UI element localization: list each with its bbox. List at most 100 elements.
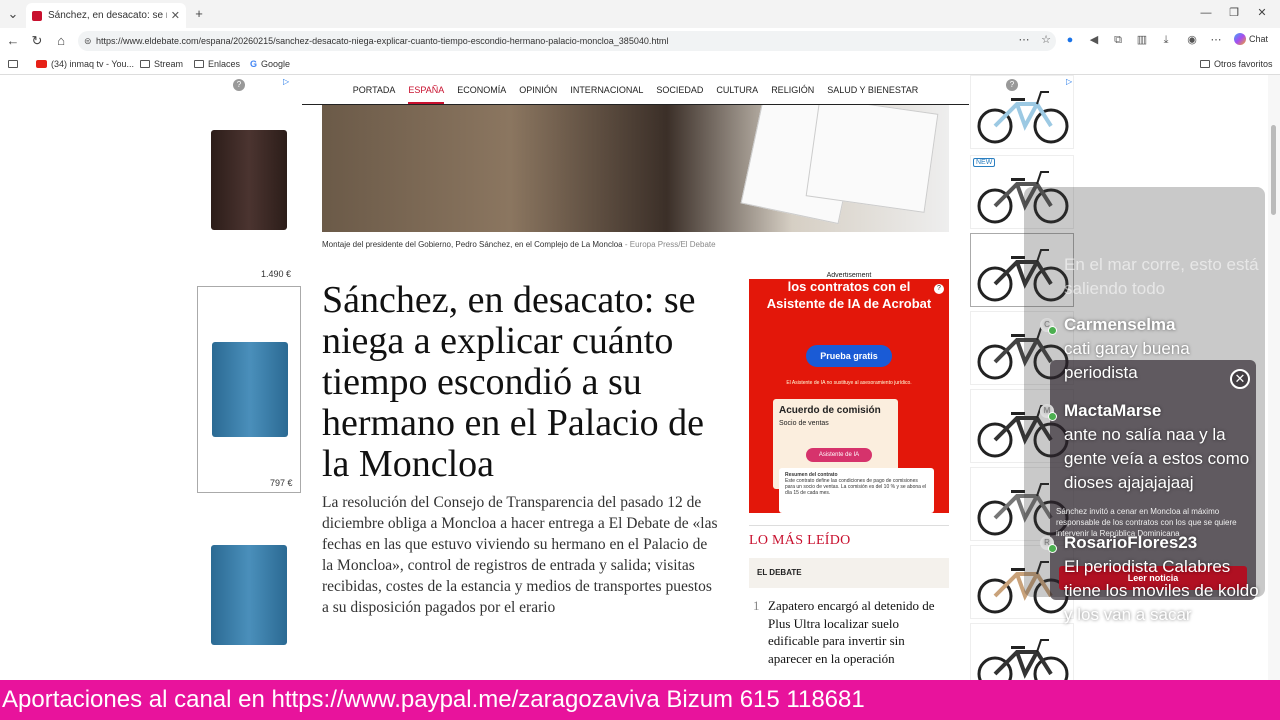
nav-item[interactable]: PORTADA [353,75,396,104]
folder-icon [1200,60,1210,68]
adchoices-icon[interactable]: ▷ [283,77,289,86]
chat-text: cati garay buena periodista [1064,339,1190,382]
ad-headline: los contratos con el Asistente de IA de … [766,279,932,311]
ad-product-2[interactable]: 797 € [197,286,301,493]
most-read-number: 1 [753,598,760,613]
google-icon: G [250,59,258,69]
product-price: 1.490 € [261,269,292,279]
bookmark-google[interactable]: G Google [250,57,290,71]
home-icon[interactable]: ⌂ [52,32,70,50]
ad-summary-card: Resumen del contrato Este contrato defin… [779,468,934,513]
user-avatar: C [1040,318,1057,335]
maximize-button[interactable]: ❐ [1224,4,1244,22]
browser-tab[interactable]: Sánchez, en desacato: se niega a e ✕ [26,3,186,28]
bookmark-label: Otros favoritos [1214,59,1273,69]
article-lead: La resolución del Consejo de Transparenc… [322,494,718,616]
badge-icon [1048,326,1057,335]
tab-title: Sánchez, en desacato: se niega a e [48,10,167,21]
nav-item[interactable]: ECONOMÍA [457,75,506,104]
bookmark-inmaq-tv[interactable]: (34) inmaq tv - You... [36,57,134,71]
copilot-chat-button[interactable]: Chat [1234,33,1268,45]
nav-item[interactable]: SALUD Y BIENESTAR [827,75,918,104]
other-favorites[interactable]: Otros favoritos [1200,57,1273,71]
bike-image [977,639,1069,680]
downloads-icon[interactable]: ⤓ [1158,32,1174,48]
section-nav: PORTADA ESPAÑA ECONOMÍA OPINIÓN INTERNACIONA… [302,75,969,105]
bookmark-stream[interactable]: Stream [140,57,183,71]
image-caption: Montaje del presidente del Gobierno, Ped… [322,240,949,249]
bike-ad[interactable] [970,75,1074,149]
ad-product-3[interactable] [197,497,301,680]
ad-product-1[interactable]: ? ▷ 1.490 € [197,75,301,283]
chat-message: M MactaMarse ante no salía naa y la gent… [1040,399,1264,495]
address-toolbar: ← ↻ ⌂ ⊜ https://www.eldebate.com/espana/… [0,28,1280,53]
ad-info-icon[interactable]: ? [934,284,944,294]
most-read-item[interactable]: 1 Zapatero encargó al detenido de Plus U… [749,597,949,667]
caption-text: Montaje del presidente del Gobierno, Ped… [322,240,623,249]
chat-label: Chat [1249,34,1269,44]
close-window-button[interactable]: ✕ [1252,4,1272,22]
prueba-gratis-button[interactable]: Prueba gratis [806,345,892,367]
menu-ellipsis-icon[interactable]: ⋯ [1208,32,1224,48]
read-aloud-icon[interactable]: ⋯ [1016,32,1032,48]
copilot-icon [1234,33,1246,45]
site-favicon-icon [32,10,42,21]
ad-ai-chip: Asistente de IA [806,448,872,462]
adchoices-icon[interactable]: ▷ [1066,77,1072,86]
scrollbar[interactable] [1268,75,1280,680]
bike-ad[interactable] [970,623,1074,680]
acrobat-ad[interactable]: Advertisement los contratos con el Asist… [749,272,949,513]
ad-info-icon[interactable]: ? [233,79,245,91]
new-tab-button[interactable]: + [190,5,208,23]
bookmark-label: Enlaces [208,59,241,69]
profile-avatar-icon[interactable]: ◉ [1184,32,1200,48]
favorite-star-icon[interactable]: ☆ [1038,32,1054,48]
site-info-icon[interactable]: ⊜ [84,31,92,51]
chat-message: C Carmenselma cati garay buena periodist… [1040,313,1264,385]
extension-icon[interactable]: ● [1062,32,1078,48]
chat-faded-message: En el mar corre, esto está saliendo todo [1064,255,1259,298]
ad-card-sub: Socio de ventas [779,420,829,427]
reload-icon[interactable]: ↻ [28,32,46,50]
nav-item[interactable]: CULTURA [716,75,758,104]
split-screen-icon[interactable]: ▥ [1134,32,1150,48]
bookmark-label: Stream [154,59,184,69]
donation-ticker: Aportaciones al canal en https://www.pay… [0,680,1280,720]
chat-text: El periodista Calabres tiene los moviles… [1064,557,1259,624]
chat-text: ante no salía naa y la gente veía a esto… [1064,425,1250,492]
nav-item[interactable]: RELIGIÓN [771,75,814,104]
user-avatar: R [1040,536,1057,553]
nav-item[interactable]: OPINIÓN [519,75,557,104]
url-field[interactable]: ⊜ https://www.eldebate.com/espana/202602… [78,31,1056,51]
scrollbar-thumb[interactable] [1271,125,1276,215]
tab-list-chevron-icon[interactable]: ⌄ [4,5,22,23]
back-icon[interactable]: ← [4,32,22,50]
speaker-icon[interactable]: ◀ [1086,32,1102,48]
document-image [805,105,939,213]
hero-image [322,105,949,232]
youtube-icon [36,60,47,68]
close-tab-icon[interactable]: ✕ [171,9,180,22]
chat-username: Carmenselma [1064,315,1176,334]
badge-icon [1048,544,1057,553]
folder-icon [140,60,150,68]
collections-icon[interactable] [8,57,18,71]
bookmarks-bar: (34) inmaq tv - You... Stream Enlaces GG… [0,53,1280,75]
nav-item[interactable]: ESPAÑA [408,75,445,104]
bookmark-enlaces[interactable]: Enlaces [194,57,240,71]
caption-credit: - Europa Press/El Debate [622,240,716,249]
nav-item[interactable]: INTERNACIONAL [570,75,643,104]
divider [749,525,949,526]
product-image [211,130,287,230]
minimize-button[interactable]: — [1196,4,1216,22]
ad-info-icon[interactable]: ? [1006,79,1018,91]
bike-image [977,91,1069,144]
article-headline: Sánchez, en desacato: se niega a explica… [322,279,704,485]
new-badge: NEW [973,158,996,167]
nav-item[interactable]: SOCIEDAD [656,75,703,104]
url-text: https://www.eldebate.com/espana/20260215… [96,36,669,46]
ad-disclaimer: El Asistente de IA no sustituye al aseso… [786,380,912,386]
chat-username: RosarioFlores23 [1064,533,1198,552]
extensions-icon[interactable]: ⧉ [1110,32,1126,48]
most-read-title: LO MÁS LEÍDO [749,533,851,548]
